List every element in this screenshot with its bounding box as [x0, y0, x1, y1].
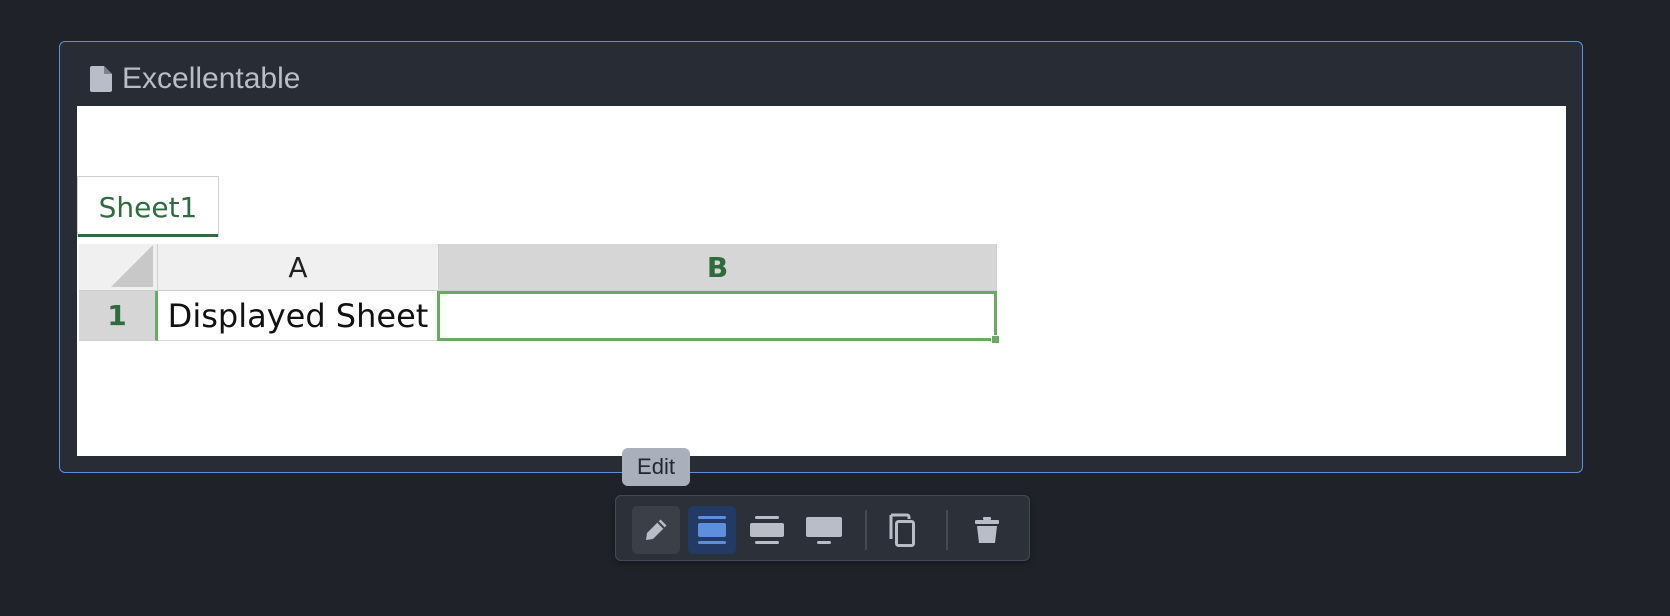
- trash-icon: [975, 517, 999, 543]
- copy-button[interactable]: [878, 506, 926, 554]
- select-all-corner[interactable]: [79, 244, 158, 291]
- toolbar-divider: [865, 510, 867, 550]
- full-width-button[interactable]: [800, 506, 848, 554]
- copy-icon: [889, 513, 915, 547]
- select-all-triangle-icon: [111, 245, 153, 287]
- block-toolbar: [615, 495, 1030, 561]
- block-title: Excellentable: [122, 62, 301, 95]
- column-header-a[interactable]: A: [158, 244, 439, 291]
- edit-tooltip: Edit: [622, 448, 690, 486]
- column-header-b[interactable]: B: [439, 244, 997, 291]
- edit-button[interactable]: [632, 506, 680, 554]
- fixed-width-icon: [698, 516, 726, 544]
- fixed-width-button[interactable]: [688, 506, 736, 554]
- toolbar-divider: [946, 510, 948, 550]
- cell-a1[interactable]: Displayed Sheet: [158, 291, 439, 341]
- sheet-tab-sheet1[interactable]: Sheet1: [77, 176, 219, 237]
- delete-button[interactable]: [963, 506, 1011, 554]
- excellentable-block[interactable]: Excellentable Sheet1 A B 1 Displayed She…: [59, 41, 1583, 473]
- pencil-icon: [646, 519, 667, 540]
- document-icon: [90, 66, 112, 92]
- cell-b1[interactable]: [437, 291, 997, 341]
- wide-width-button[interactable]: [743, 506, 791, 554]
- row-header-1[interactable]: 1: [79, 291, 158, 341]
- block-header: Excellentable: [90, 60, 300, 98]
- wide-width-icon: [750, 516, 784, 544]
- full-width-icon: [806, 517, 842, 544]
- spreadsheet-canvas[interactable]: Sheet1 A B 1 Displayed Sheet: [77, 106, 1566, 456]
- fill-handle[interactable]: [991, 335, 1000, 344]
